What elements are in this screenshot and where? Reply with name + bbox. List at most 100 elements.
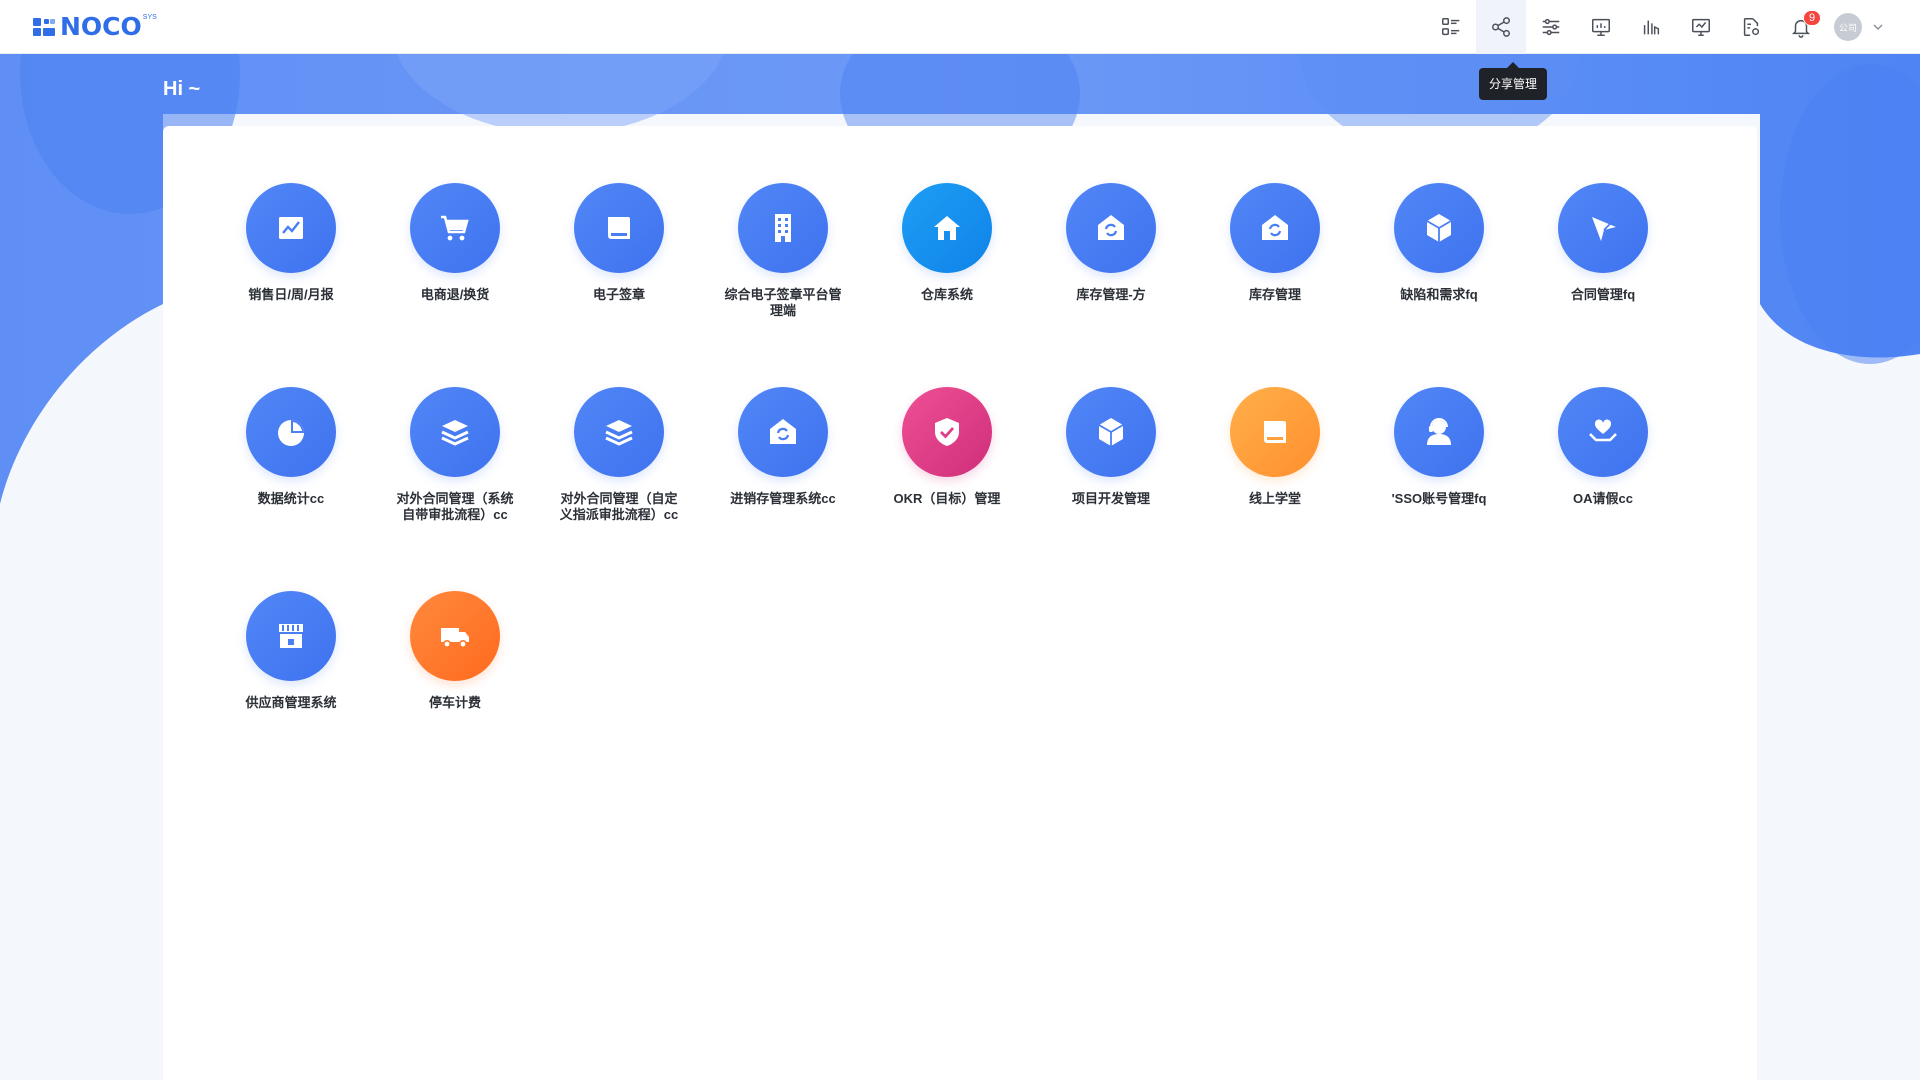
app-icon-circle bbox=[1394, 387, 1484, 477]
app-label: 进销存管理系统cc bbox=[730, 491, 836, 506]
app-tile[interactable]: 'SSO账号管理fq bbox=[1357, 387, 1521, 591]
book-icon bbox=[608, 217, 630, 239]
greeting: Hi ~ bbox=[163, 78, 201, 100]
notification-badge: 9 bbox=[1803, 10, 1821, 26]
app-icon-circle bbox=[1066, 183, 1156, 273]
app-tile[interactable]: 停车计费 bbox=[373, 591, 537, 731]
app-tile[interactable]: 进销存管理系统cc bbox=[701, 387, 865, 591]
app-tile[interactable]: 对外合同管理（系统自带审批流程）cc bbox=[373, 387, 537, 591]
settings-button[interactable] bbox=[1526, 0, 1576, 54]
logo[interactable]: NOCO SYS bbox=[33, 14, 157, 40]
bar-chart-icon bbox=[1643, 20, 1660, 35]
logo-mark-icon bbox=[33, 16, 57, 38]
logo-sup: SYS bbox=[142, 13, 157, 21]
app-label: 数据统计cc bbox=[257, 491, 325, 506]
app-launcher-card: 销售日/周/月报 电商退/换货 电子签章 综合电子签章平台管理端 仓库系统 库存… bbox=[163, 126, 1757, 1080]
app-tile[interactable]: 销售日/周/月报 bbox=[209, 183, 373, 387]
app-icon-circle bbox=[1394, 183, 1484, 273]
app-icon-circle bbox=[902, 387, 992, 477]
document-settings-button[interactable] bbox=[1726, 0, 1776, 54]
app-tile[interactable]: 电商退/换货 bbox=[373, 183, 537, 387]
app-icon-circle bbox=[1230, 387, 1320, 477]
book-icon bbox=[1264, 421, 1286, 443]
app-tile[interactable]: 供应商管理系统 bbox=[209, 591, 373, 731]
user-menu[interactable]: 公司 bbox=[1834, 13, 1884, 41]
app-icon-circle bbox=[902, 183, 992, 273]
app-tile[interactable]: 综合电子签章平台管理端 bbox=[701, 183, 865, 387]
monitor-button[interactable] bbox=[1676, 0, 1726, 54]
presentation-chart-icon bbox=[1592, 18, 1610, 36]
app-tile[interactable]: 仓库系统 bbox=[865, 183, 1029, 387]
building-icon bbox=[775, 214, 791, 242]
app-icon-circle bbox=[410, 183, 500, 273]
line-chart-icon bbox=[279, 217, 303, 239]
app-tile[interactable]: 线上学堂 bbox=[1193, 387, 1357, 591]
pie-chart-icon bbox=[278, 420, 304, 446]
presentation-button[interactable] bbox=[1576, 0, 1626, 54]
chevron-down-icon bbox=[1873, 24, 1883, 30]
app-icon-circle bbox=[1066, 387, 1156, 477]
cart-icon bbox=[441, 215, 469, 241]
app-label: 销售日/周/月报 bbox=[248, 287, 334, 302]
avatar: 公司 bbox=[1834, 13, 1862, 41]
app-label: 电子签章 bbox=[592, 287, 645, 302]
heart-hand-icon bbox=[1589, 419, 1617, 442]
app-tile[interactable]: 库存管理-方 bbox=[1029, 183, 1193, 387]
warehouse-sync-icon bbox=[1098, 215, 1124, 240]
app-icon-circle bbox=[738, 387, 828, 477]
settings-sliders-icon bbox=[1542, 18, 1560, 36]
app-tile[interactable]: 缺陷和需求fq bbox=[1357, 183, 1521, 387]
app-icon-circle bbox=[246, 591, 336, 681]
app-label: 仓库系统 bbox=[920, 287, 973, 302]
app-label: 对外合同管理（自定义指派审批流程）cc bbox=[559, 491, 679, 522]
box-icon bbox=[1098, 418, 1124, 446]
list-view-button[interactable] bbox=[1426, 0, 1476, 54]
app-label: 合同管理fq bbox=[1570, 287, 1636, 302]
app-label: 停车计费 bbox=[428, 695, 481, 710]
truck-icon bbox=[441, 628, 469, 648]
share-tooltip: 分享管理 bbox=[1479, 62, 1548, 100]
app-icon-circle bbox=[410, 387, 500, 477]
monitor-check-icon bbox=[1692, 18, 1710, 36]
app-tile[interactable]: 电子签章 bbox=[537, 183, 701, 387]
app-label: 库存管理 bbox=[1248, 287, 1301, 302]
app-label: 'SSO账号管理fq bbox=[1391, 491, 1487, 506]
app-icon-circle bbox=[738, 183, 828, 273]
warehouse-sync-icon bbox=[770, 419, 796, 444]
app-label: 缺陷和需求fq bbox=[1400, 287, 1478, 302]
app-icon-circle bbox=[1558, 183, 1648, 273]
app-tile[interactable]: 库存管理 bbox=[1193, 183, 1357, 387]
store-icon bbox=[279, 624, 303, 648]
app-tile[interactable]: OA请假cc bbox=[1521, 387, 1685, 591]
app-label: OKR（目标）管理 bbox=[893, 491, 1001, 506]
app-icon-circle bbox=[574, 183, 664, 273]
app-tile[interactable]: 数据统计cc bbox=[209, 387, 373, 591]
app-label: 项目开发管理 bbox=[1071, 491, 1150, 506]
app-tile[interactable]: 对外合同管理（自定义指派审批流程）cc bbox=[537, 387, 701, 591]
app-grid: 销售日/周/月报 电商退/换货 电子签章 综合电子签章平台管理端 仓库系统 库存… bbox=[209, 183, 1709, 731]
app-icon-circle bbox=[246, 183, 336, 273]
layers-icon bbox=[605, 420, 633, 446]
support-agent-icon bbox=[1427, 418, 1451, 445]
share-button[interactable] bbox=[1476, 0, 1526, 54]
list-view-icon bbox=[1442, 18, 1460, 36]
notifications-button[interactable]: 9 bbox=[1776, 0, 1826, 54]
logo-text: NOCO bbox=[60, 12, 142, 41]
app-icon-circle bbox=[574, 387, 664, 477]
app-icon-circle bbox=[246, 387, 336, 477]
home-icon bbox=[934, 216, 960, 240]
app-label: 线上学堂 bbox=[1248, 491, 1301, 506]
app-label: OA请假cc bbox=[1573, 491, 1633, 506]
app-icon-circle bbox=[1558, 387, 1648, 477]
app-tile[interactable]: OKR（目标）管理 bbox=[865, 387, 1029, 591]
statistics-button[interactable] bbox=[1626, 0, 1676, 54]
app-label: 电商退/换货 bbox=[420, 287, 490, 302]
app-label: 库存管理-方 bbox=[1076, 287, 1146, 302]
shield-check-icon bbox=[935, 418, 959, 446]
app-label: 对外合同管理（系统自带审批流程）cc bbox=[396, 491, 514, 522]
top-navbar: NOCO SYS 9 公司 bbox=[0, 0, 1920, 54]
app-icon-circle bbox=[410, 591, 500, 681]
layers-icon bbox=[441, 420, 469, 446]
app-tile[interactable]: 项目开发管理 bbox=[1029, 387, 1193, 591]
app-tile[interactable]: 合同管理fq bbox=[1521, 183, 1685, 387]
